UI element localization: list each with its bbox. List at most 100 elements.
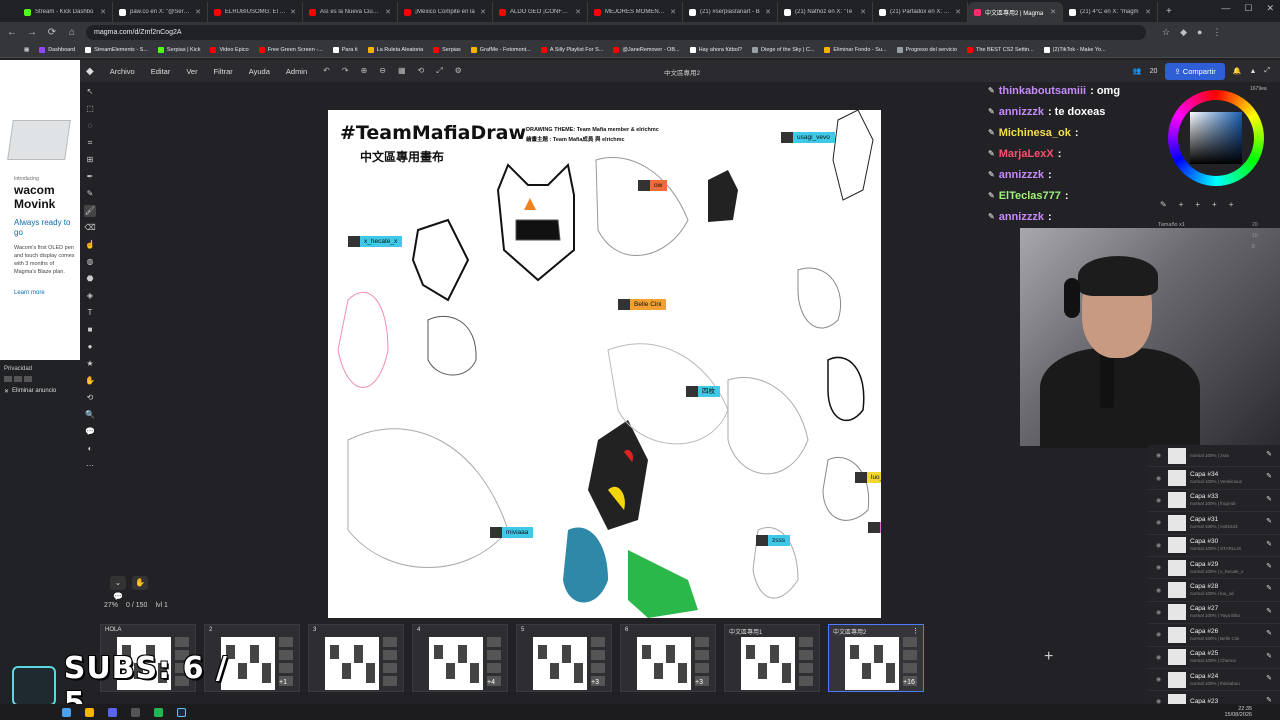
page-thumbnail[interactable]: 3	[308, 624, 404, 692]
eye-icon[interactable]: ◉	[1156, 564, 1164, 571]
info-icon[interactable]: ▲	[1249, 68, 1256, 75]
browser-tab[interactable]: ELRUBIUSOMG: El You ✕	[208, 2, 303, 22]
bookmark-item[interactable]: StreamElements - S...	[85, 46, 148, 53]
zoom-out-icon[interactable]: ⊖	[379, 66, 386, 76]
star-icon[interactable]: ☆	[1162, 27, 1170, 38]
browser-tab[interactable]: Así es la Nueva Ciudad ✕	[303, 2, 398, 22]
tab-close-icon[interactable]: ✕	[385, 8, 391, 16]
eye-icon[interactable]: ◉	[1156, 452, 1164, 459]
smudge-icon[interactable]: ☝	[84, 239, 96, 251]
close-icon[interactable]: ✕	[1266, 3, 1274, 14]
settings-icon[interactable]: ⚙	[455, 66, 462, 76]
notification-icon[interactable]: 🔔	[1233, 67, 1242, 75]
bookmark-item[interactable]: A Silly Playlist For S...	[540, 46, 603, 53]
undo-icon[interactable]: ↶	[323, 66, 330, 76]
menu-filtrar[interactable]: Filtrar	[214, 67, 233, 76]
browser-tab[interactable]: 中文區專用2 | Magma ✕	[968, 2, 1063, 22]
color-icon[interactable]: ◐	[84, 443, 96, 455]
eye-icon[interactable]: ◉	[1156, 475, 1164, 482]
remove-ad[interactable]: ✕ Eliminar anuncio	[4, 388, 56, 395]
bookmark-item[interactable]: Diege of the Sky | C...	[752, 46, 814, 53]
text-icon[interactable]: T	[84, 307, 96, 319]
add-icon[interactable]: +	[1229, 200, 1234, 209]
tab-close-icon[interactable]: ✕	[480, 8, 486, 16]
fullscreen-icon[interactable]: ⤢	[436, 66, 442, 76]
maximize-icon[interactable]: ☐	[1244, 3, 1252, 14]
edit-icon[interactable]: ✎	[1266, 584, 1272, 592]
page-thumbnail[interactable]: 6 +3	[620, 624, 716, 692]
layer-row[interactable]: ◉ Capa #31 normal 100% | mol1643 ✎	[1148, 512, 1280, 535]
edit-icon[interactable]: ✎	[1266, 450, 1272, 458]
browser-tab[interactable]: ALDO GEO ¡CONFRONT✕	[493, 2, 588, 22]
bookmark-item[interactable]: Hay ahora fútbol?	[689, 46, 742, 53]
menu-ver[interactable]: Ver	[186, 67, 197, 76]
eye-icon[interactable]: ◉	[1156, 542, 1164, 549]
menu-archivo[interactable]: Archivo	[110, 67, 135, 76]
hand-icon[interactable]: ✋	[132, 576, 148, 590]
page-thumbnail[interactable]: 中文區專用1	[724, 624, 820, 692]
edit-icon[interactable]: ✎	[1266, 495, 1272, 503]
ad-learn-more[interactable]: Learn more	[14, 290, 80, 296]
bookmark-item[interactable]: Dashboard	[39, 46, 75, 53]
chat-username[interactable]: annizzzk	[999, 106, 1044, 118]
edit-icon[interactable]: ✎	[1266, 607, 1272, 615]
browser-tab[interactable]: (21) #serpiasfanart - B ✕	[683, 2, 778, 22]
rotate-icon[interactable]: ⟲	[84, 392, 96, 404]
chat-toggle-icon[interactable]: ⌄💬	[110, 576, 126, 601]
layer-row[interactable]: ◉ Capa #29 normal 100% | x_hecate_x ✎	[1148, 557, 1280, 580]
bookmark-item[interactable]: GrafMe - Fotomont...	[470, 46, 531, 53]
browser-tab[interactable]: ¡México Compite en la ✕	[398, 2, 493, 22]
tab-close-icon[interactable]: ✕	[1145, 8, 1151, 16]
new-tab-icon[interactable]: +	[1166, 6, 1172, 17]
menu-editar[interactable]: Editar	[151, 67, 171, 76]
rect-select-icon[interactable]: ⬚	[84, 103, 96, 115]
color-hex[interactable]: 1679ea	[1250, 86, 1267, 92]
menu-admin[interactable]: Admin	[286, 67, 307, 76]
expand-icon[interactable]: ⤢	[1264, 67, 1270, 75]
tab-close-icon[interactable]: ✕	[1050, 8, 1056, 16]
shape-icon[interactable]: ■	[84, 324, 96, 336]
page-thumbnail[interactable]: 4 +4	[412, 624, 508, 692]
bookmark-item[interactable]: Free Green Screen -...	[258, 46, 323, 53]
wacom-ad[interactable]: Introducing wacom Movink Always ready to…	[0, 60, 80, 360]
bookmark-item[interactable]: La Ruleta Aleatoria	[367, 46, 423, 53]
back-icon[interactable]: ←	[6, 27, 18, 38]
tab-close-icon[interactable]: ✕	[575, 8, 581, 16]
share-button[interactable]: ⇪ Compartir	[1165, 62, 1225, 80]
menu-ayuda[interactable]: Ayuda	[249, 67, 270, 76]
edit-icon[interactable]: ✎	[1266, 472, 1272, 480]
spotify-icon[interactable]	[154, 707, 163, 717]
brush-icon[interactable]: 🖌	[84, 205, 96, 217]
hand-icon[interactable]: ✋	[84, 375, 96, 387]
add-icon[interactable]: +	[1195, 200, 1200, 209]
eye-icon[interactable]: ◉	[1156, 609, 1164, 616]
chat-username[interactable]: thinkaboutsamiii	[999, 85, 1086, 97]
browser-tab[interactable]: MEJORES MOMENTOS ✕	[588, 2, 683, 22]
add-icon[interactable]: +	[1179, 200, 1184, 209]
crop-icon[interactable]: ⌗	[84, 137, 96, 149]
url-field[interactable]: magma.com/d/Zmf2nCog2A	[86, 24, 1146, 40]
bookmark-item[interactable]: The BEST CS2 Settin...	[966, 46, 1034, 53]
chat-username[interactable]: annizzzk	[999, 211, 1044, 223]
eye-icon[interactable]: ◉	[1156, 587, 1164, 594]
eraser-icon[interactable]: ⌫	[84, 222, 96, 234]
tab-close-icon[interactable]: ✕	[765, 8, 771, 16]
privacy-label[interactable]: Privacidad	[4, 366, 32, 372]
lasso-icon[interactable]: ◌	[84, 120, 96, 132]
extension-icon[interactable]: ◆	[1180, 27, 1187, 38]
chat-username[interactable]: Michinesa_ok	[999, 127, 1071, 139]
edit-icon[interactable]: ✎	[1266, 540, 1272, 548]
add-icon[interactable]: +	[1212, 200, 1217, 209]
ad-info-icon[interactable]	[14, 376, 22, 382]
bookmark-item[interactable]: (2)TikTok - Make Yo...	[1043, 46, 1106, 53]
edit-icon[interactable]: ✎	[1266, 674, 1272, 682]
layer-row[interactable]: ◉ Capa #34 normal 100% | Veralicious ✎	[1148, 467, 1280, 490]
browser-tab[interactable]: (21) 4°C en X: "magm ✕	[1063, 2, 1158, 22]
zoom-icon[interactable]: 🔍	[84, 409, 96, 421]
pointer-icon[interactable]: ↖	[84, 86, 96, 98]
drawing-canvas[interactable]: #TeamMafiaDraw 中文區專用畫布 DRAWING THEME: Te…	[328, 110, 881, 618]
chrome-icon[interactable]	[85, 707, 94, 717]
redo-icon[interactable]: ↷	[342, 66, 349, 76]
bookmark-item[interactable]: Video Epico	[210, 46, 249, 53]
bucket-icon[interactable]: ⬣	[84, 273, 96, 285]
